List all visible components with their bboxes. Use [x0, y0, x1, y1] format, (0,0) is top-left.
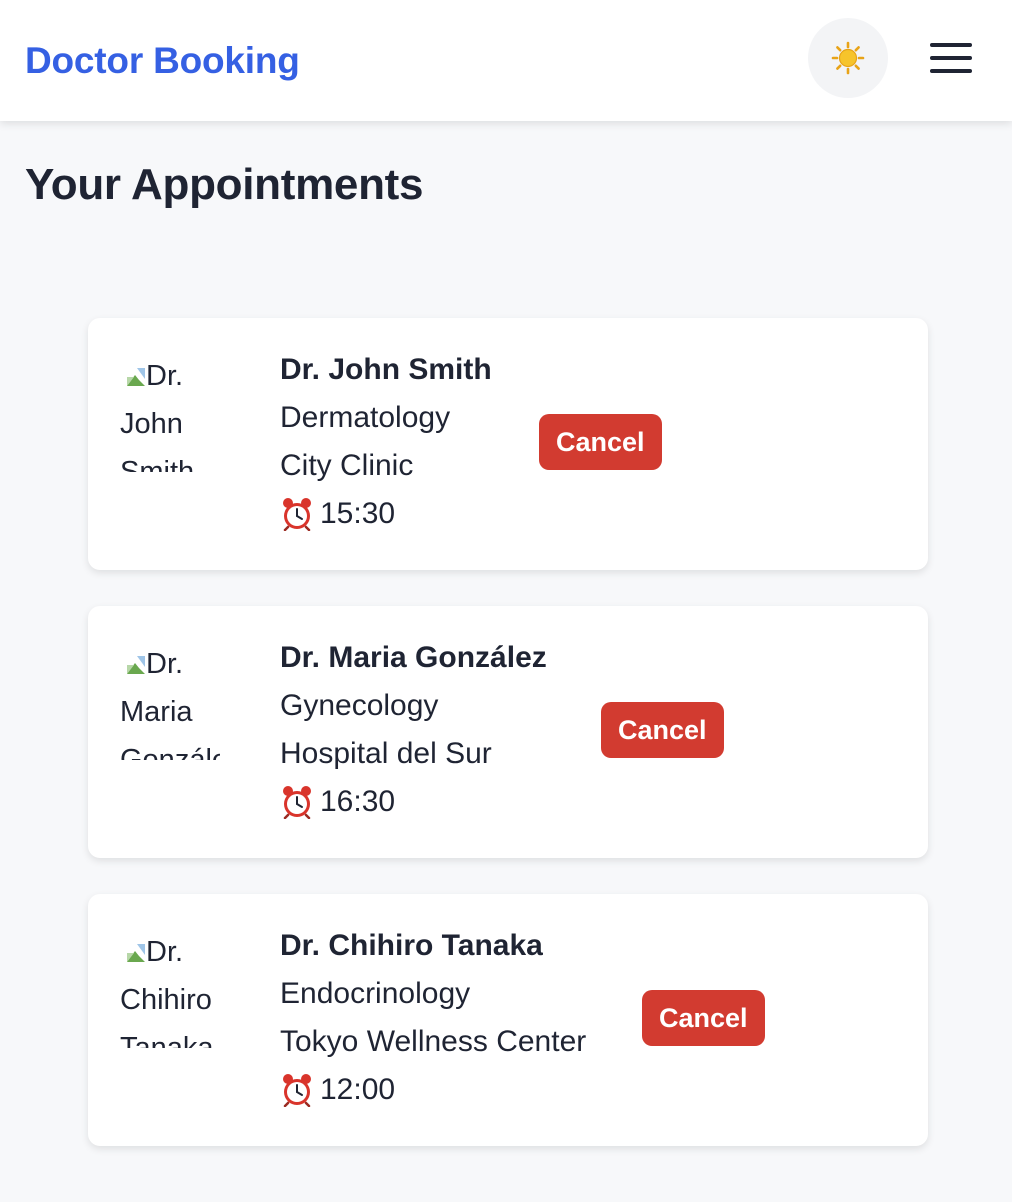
alarm-clock-icon: [283, 498, 311, 531]
cancel-appointment-button[interactable]: Cancel: [642, 990, 765, 1046]
appointment-card: Dr. Maria González Dr. Maria González Gy…: [88, 606, 928, 858]
appointment-card: Dr. Chihiro Tanaka Dr. Chihiro Tanaka En…: [88, 894, 928, 1146]
doctor-name: Dr. John Smith: [280, 353, 492, 386]
sun-icon: [831, 41, 865, 75]
page-title: Your Appointments: [25, 160, 424, 209]
theme-toggle-button[interactable]: [808, 18, 888, 98]
alarm-clock-icon: [283, 786, 311, 819]
menu-bar: [930, 56, 972, 60]
app-header: Doctor Booking: [0, 0, 1012, 121]
doctor-avatar: Dr. Chihiro Tanaka: [120, 928, 220, 1048]
hamburger-menu-button[interactable]: [928, 40, 974, 76]
clinic-location: Tokyo Wellness Center: [280, 1025, 587, 1058]
clinic-location: City Clinic: [280, 449, 414, 482]
appointment-time-row: 12:00: [280, 1066, 586, 1114]
broken-image-icon: [127, 656, 145, 674]
doctor-name: Dr. Maria González: [280, 641, 547, 674]
doctor-avatar: Dr. Maria González: [120, 640, 220, 760]
broken-image-icon: [127, 368, 145, 386]
doctor-name: Dr. Chihiro Tanaka: [280, 929, 543, 962]
doctor-avatar: Dr. John Smith: [120, 352, 220, 472]
brand-title[interactable]: Doctor Booking: [25, 40, 300, 82]
appointment-time-row: 16:30: [280, 778, 547, 826]
cancel-appointment-button[interactable]: Cancel: [601, 702, 724, 758]
cancel-appointment-button[interactable]: Cancel: [539, 414, 662, 470]
appointments-list: Dr. John Smith Dr. John Smith Dermatolog…: [88, 318, 928, 1182]
clinic-location: Hospital del Sur: [280, 737, 492, 770]
doctor-specialty: Endocrinology: [280, 977, 471, 1010]
appointment-time: 15:30: [320, 497, 396, 530]
appointment-info: Dr. Chihiro Tanaka Endocrinology Tokyo W…: [280, 922, 586, 1114]
menu-bar: [930, 69, 972, 73]
appointment-info: Dr. Maria González Gynecology Hospital d…: [280, 634, 547, 826]
appointment-card: Dr. John Smith Dr. John Smith Dermatolog…: [88, 318, 928, 570]
appointment-info: Dr. John Smith Dermatology City Clinic 1…: [280, 346, 492, 538]
appointment-time: 12:00: [320, 1073, 396, 1106]
appointment-time: 16:30: [320, 785, 396, 818]
doctor-specialty: Dermatology: [280, 401, 451, 434]
menu-bar: [930, 43, 972, 47]
appointment-time-row: 15:30: [280, 490, 492, 538]
alarm-clock-icon: [283, 1074, 311, 1107]
doctor-specialty: Gynecology: [280, 689, 439, 722]
broken-image-icon: [127, 944, 145, 962]
